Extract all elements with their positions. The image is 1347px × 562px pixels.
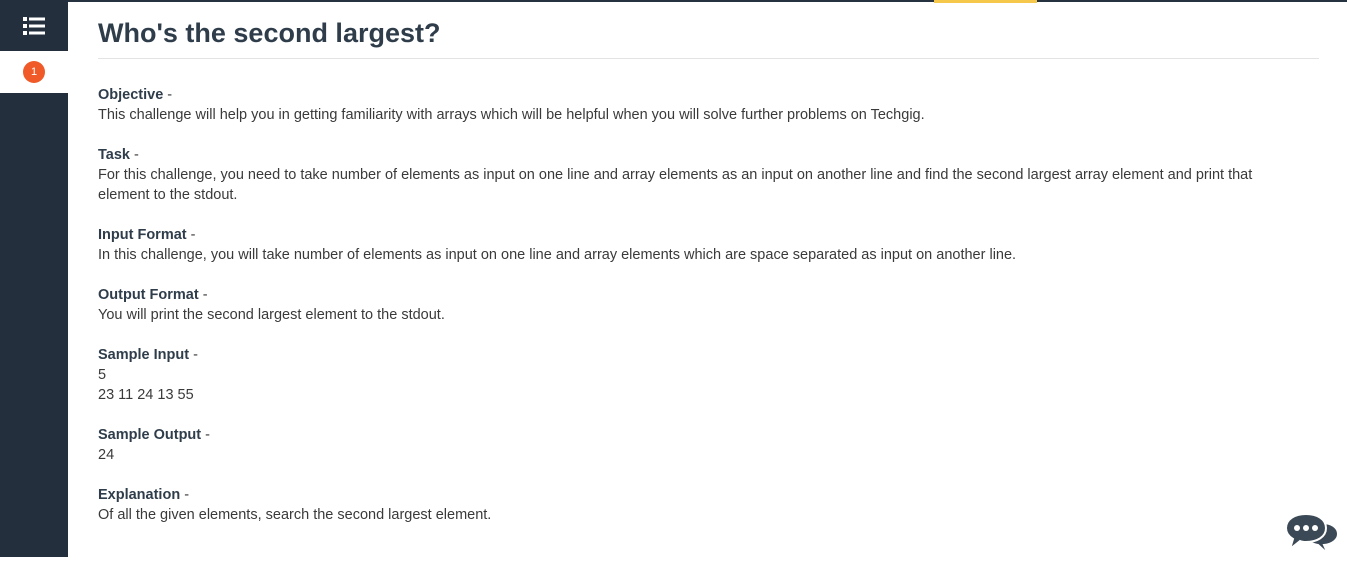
question-number-badge: 1 <box>23 61 45 83</box>
menu-button[interactable] <box>0 0 68 51</box>
output-format-label: Output Format <box>98 287 199 303</box>
objective-label: Objective <box>98 87 164 103</box>
explanation-text: Of all the given elements, search the se… <box>98 507 492 523</box>
label-dash: - <box>180 487 190 503</box>
label-dash: - <box>198 287 208 303</box>
sidebar: 1 <box>0 0 68 557</box>
question-tab-1[interactable]: 1 <box>0 51 68 93</box>
chat-bubbles-icon <box>1284 512 1340 555</box>
sample-output-section: Sample Output - 24 <box>98 425 1288 465</box>
sample-input-line1: 5 <box>98 367 107 383</box>
output-format-text: You will print the second largest elemen… <box>98 307 445 323</box>
objective-section: Objective - This challenge will help you… <box>98 85 1288 125</box>
chat-button[interactable] <box>1284 512 1340 557</box>
sample-output-label: Sample Output <box>98 427 202 443</box>
objective-text: This challenge will help you in getting … <box>98 107 925 123</box>
list-icon <box>23 16 45 35</box>
explanation-label: Explanation <box>98 487 181 503</box>
task-label: Task <box>98 147 130 163</box>
label-dash: - <box>129 147 139 163</box>
explanation-section: Explanation - Of all the given elements,… <box>98 485 1288 525</box>
sample-input-label: Sample Input <box>98 347 190 363</box>
output-format-section: Output Format - You will print the secon… <box>98 285 1288 325</box>
label-dash: - <box>201 427 210 443</box>
task-text: For this challenge, you need to take num… <box>98 167 1253 203</box>
label-dash: - <box>163 87 173 103</box>
page-title: Who's the second largest? <box>98 0 1319 59</box>
main-content: Who's the second largest? Objective - Th… <box>98 0 1319 523</box>
sample-input-section: Sample Input - 5 23 11 24 13 55 <box>98 345 1288 405</box>
sample-output-text: 24 <box>98 447 115 463</box>
input-format-text: In this challenge, you will take number … <box>98 247 1017 263</box>
input-format-section: Input Format - In this challenge, you wi… <box>98 225 1288 265</box>
label-dash: - <box>186 227 196 243</box>
input-format-label: Input Format <box>98 227 187 243</box>
label-dash: - <box>189 347 198 363</box>
problem-statement: Objective - This challenge will help you… <box>98 85 1288 545</box>
task-section: Task - For this challenge, you need to t… <box>98 145 1288 205</box>
sample-input-line2: 23 11 24 13 55 <box>98 387 194 403</box>
